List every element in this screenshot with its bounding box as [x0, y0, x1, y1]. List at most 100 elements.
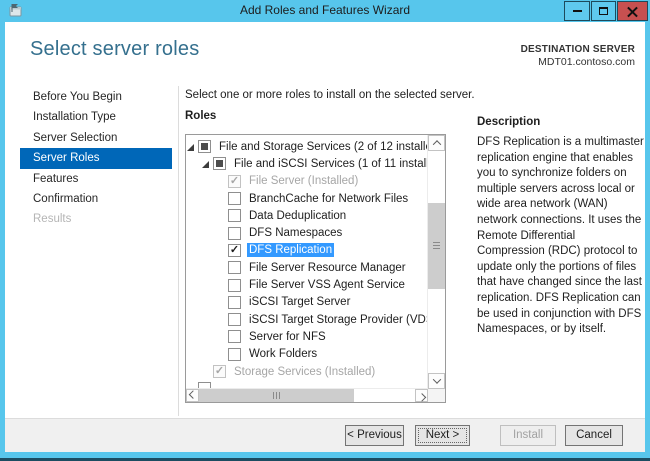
- sidebar-item-installation-type[interactable]: Installation Type: [20, 107, 172, 127]
- minimize-icon: [573, 10, 582, 12]
- sidebar-nav: Before You BeginInstallation TypeServer …: [20, 87, 172, 230]
- wizard-body: Select server roles DESTINATION SERVER M…: [5, 22, 645, 452]
- destination-server-name: MDT01.contoso.com: [538, 56, 635, 68]
- horizontal-scrollbar[interactable]: [186, 388, 428, 402]
- previous-button[interactable]: < Previous: [345, 425, 404, 446]
- footer-bar: < Previous Next > Install Cancel: [5, 418, 645, 452]
- expander-slot: [202, 365, 213, 378]
- sidebar-item-results: Results: [20, 209, 172, 229]
- tree-item-label: File and Storage Services (2 of 12 insta…: [217, 140, 428, 154]
- tree-row-work-folders[interactable]: Work Folders: [186, 346, 428, 363]
- sidebar-item-server-selection[interactable]: Server Selection: [20, 128, 172, 148]
- maximize-button[interactable]: [591, 1, 616, 21]
- expander-slot: [217, 227, 228, 240]
- instruction-text: Select one or more roles to install on t…: [185, 89, 475, 101]
- checkbox[interactable]: [228, 279, 241, 292]
- tree-row-data-deduplication[interactable]: Data Deduplication: [186, 207, 428, 224]
- sidebar-item-server-roles[interactable]: Server Roles: [20, 148, 172, 168]
- tree-row-file-server-resource-manager[interactable]: File Server Resource Manager: [186, 259, 428, 276]
- checkbox[interactable]: [228, 296, 241, 309]
- scrollbar-corner: [428, 389, 445, 402]
- expander-slot: [217, 330, 228, 343]
- chevron-up-icon: [432, 140, 440, 148]
- tree-item-label: Data Deduplication: [247, 209, 348, 223]
- checkbox[interactable]: [228, 192, 241, 205]
- chevron-down-icon: [432, 375, 440, 383]
- tree-item-label: Server for NFS: [247, 330, 328, 344]
- cancel-button[interactable]: Cancel: [565, 425, 623, 446]
- expander-slot: [217, 209, 228, 222]
- expander-slot: [217, 313, 228, 326]
- tree-item-label: File Server Resource Manager: [247, 261, 408, 275]
- nav-content-divider: [178, 86, 179, 416]
- tree-row-dfs-replication[interactable]: DFS Replication: [186, 242, 428, 259]
- tree-item-label: iSCSI Target Storage Provider (VDS and V…: [247, 313, 428, 327]
- titlebar[interactable]: Add Roles and Features Wizard: [0, 0, 650, 22]
- wizard-window: Add Roles and Features Wizard Select ser…: [0, 0, 650, 461]
- maximize-icon: [599, 7, 608, 15]
- close-icon: [627, 6, 638, 17]
- tree-row-file-and-storage-services-2-of-12-installed[interactable]: File and Storage Services (2 of 12 insta…: [186, 138, 428, 155]
- install-button: Install: [500, 425, 556, 446]
- checkbox: [228, 175, 241, 188]
- scroll-left-button[interactable]: [186, 389, 199, 402]
- tree-row-file-server-installed[interactable]: File Server (Installed): [186, 173, 428, 190]
- roles-label: Roles: [185, 110, 216, 122]
- vertical-scrollbar[interactable]: [427, 135, 445, 389]
- checkbox[interactable]: [228, 244, 241, 257]
- tree-row-dfs-namespaces[interactable]: DFS Namespaces: [186, 224, 428, 241]
- tree-row-iscsi-target-server[interactable]: iSCSI Target Server: [186, 294, 428, 311]
- chevron-right-icon: [417, 393, 425, 401]
- checkbox[interactable]: [228, 227, 241, 240]
- expander-icon[interactable]: [202, 157, 213, 170]
- scroll-grip-icon: [273, 392, 281, 399]
- tree-item-label: DFS Namespaces: [247, 226, 344, 240]
- tree-row-file-server-vss-agent-service[interactable]: File Server VSS Agent Service: [186, 276, 428, 293]
- tree-item-label: File and iSCSI Services (1 of 11 install…: [232, 157, 428, 171]
- scroll-grip-icon: [433, 242, 440, 250]
- destination-server-label: DESTINATION SERVER: [521, 44, 635, 55]
- tree-row-file-and-iscsi-services-1-of-11-installed[interactable]: File and iSCSI Services (1 of 11 install…: [186, 155, 428, 172]
- expander-slot: [217, 296, 228, 309]
- expander-slot: [217, 348, 228, 361]
- expander-slot: [217, 244, 228, 257]
- checkbox[interactable]: [228, 313, 241, 326]
- scroll-right-button[interactable]: [415, 389, 428, 402]
- vertical-scroll-thumb[interactable]: [428, 203, 445, 289]
- next-button[interactable]: Next >: [415, 425, 470, 446]
- close-button[interactable]: [617, 1, 648, 21]
- expander-slot: [217, 279, 228, 292]
- tree-item-label: Storage Services (Installed): [232, 365, 377, 379]
- window-title: Add Roles and Features Wizard: [0, 3, 650, 17]
- tree-row-storage-services-installed[interactable]: Storage Services (Installed): [186, 363, 428, 380]
- chevron-left-icon: [188, 390, 196, 398]
- horizontal-scroll-thumb[interactable]: [199, 389, 354, 402]
- tree-row-branchcache-for-network-files[interactable]: BranchCache for Network Files: [186, 190, 428, 207]
- sidebar-item-confirmation[interactable]: Confirmation: [20, 189, 172, 209]
- expander-slot: [217, 175, 228, 188]
- checkbox[interactable]: [213, 157, 226, 170]
- expander-icon[interactable]: [187, 140, 198, 153]
- minimize-button[interactable]: [564, 1, 590, 21]
- checkbox[interactable]: [198, 140, 211, 153]
- description-title: Description: [477, 116, 540, 128]
- sidebar-item-before-you-begin[interactable]: Before You Begin: [20, 87, 172, 107]
- roles-listbox: File and Storage Services (2 of 12 insta…: [185, 134, 446, 403]
- expander-slot: [217, 261, 228, 274]
- tree-item-label: Work Folders: [247, 347, 319, 361]
- tree-item-label: iSCSI Target Server: [247, 295, 352, 309]
- tree-row-iscsi-target-storage-provider-vds-and-vss[interactable]: iSCSI Target Storage Provider (VDS and V…: [186, 311, 428, 328]
- tree-row-server-for-nfs[interactable]: Server for NFS: [186, 328, 428, 345]
- checkbox[interactable]: [228, 330, 241, 343]
- scroll-down-button[interactable]: [428, 373, 445, 389]
- tree-item-label: File Server (Installed): [247, 174, 360, 188]
- page-title: Select server roles: [30, 38, 199, 61]
- scroll-up-button[interactable]: [428, 135, 445, 151]
- checkbox[interactable]: [228, 261, 241, 274]
- checkbox[interactable]: [228, 348, 241, 361]
- checkbox: [213, 365, 226, 378]
- tree-item-label: BranchCache for Network Files: [247, 192, 410, 206]
- checkbox[interactable]: [228, 209, 241, 222]
- description-text: DFS Replication is a multimaster replica…: [477, 135, 645, 338]
- sidebar-item-features[interactable]: Features: [20, 169, 172, 189]
